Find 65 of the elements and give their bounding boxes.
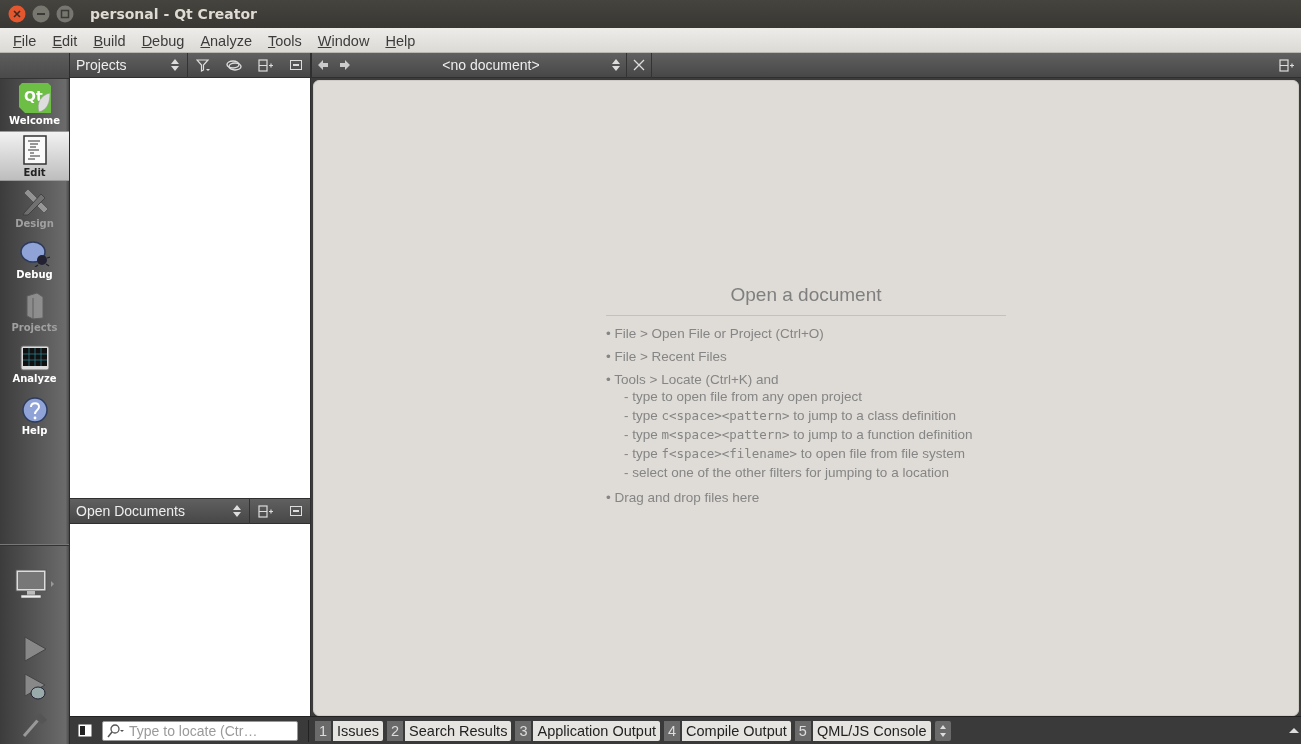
hint-subitem: - type c<space><pattern> to jump to a class definition: [624, 407, 958, 425]
link-icon[interactable]: [226, 59, 242, 71]
mode-label: Design: [15, 217, 54, 229]
sort-arrows-icon[interactable]: [612, 59, 620, 71]
mode-label: Debug: [16, 268, 53, 280]
mode-label: Help: [21, 424, 48, 436]
mode-label: Analyze: [12, 372, 57, 384]
document-selector[interactable]: <no document>: [376, 57, 606, 73]
more-panes-icon[interactable]: [934, 720, 951, 741]
mode-button[interactable]: Qt Welcome: [0, 79, 69, 129]
pane-title[interactable]: Projects: [70, 57, 163, 73]
menu-item[interactable]: Edit: [44, 30, 86, 50]
close-pane-icon[interactable]: [290, 60, 302, 70]
qt-logo-icon: Qt: [18, 82, 51, 113]
sidebar-toggle-icon[interactable]: [78, 724, 92, 737]
menu-item[interactable]: Window: [309, 30, 378, 50]
run-icon[interactable]: [22, 636, 47, 662]
hint-subitem: - type f<space><filename> to open file from file system: [624, 445, 967, 463]
debug-run-icon[interactable]: [22, 673, 47, 701]
mode-label: Projects: [11, 321, 58, 333]
pane-title[interactable]: Open Documents: [70, 503, 225, 519]
close-window-button[interactable]: [8, 5, 26, 23]
split-icon[interactable]: [1279, 58, 1295, 72]
menu-item[interactable]: Help: [377, 30, 424, 50]
split-icon[interactable]: [258, 58, 274, 72]
hint-subitem: - type to open file from any open project: [624, 388, 863, 406]
hint-item: • Tools > Locate (Ctrl+K) and: [606, 372, 780, 387]
help-icon: [21, 396, 48, 423]
maximize-window-button[interactable]: [56, 5, 74, 23]
filter-icon[interactable]: [196, 58, 210, 72]
close-pane-icon[interactable]: [290, 506, 302, 516]
menu-item[interactable]: Analyze: [192, 30, 260, 50]
hint-item: • File > Open File or Project (Ctrl+O): [606, 326, 825, 341]
mode-button[interactable]: Debug: [0, 235, 69, 285]
forward-arrow-icon[interactable]: [340, 60, 350, 70]
locator-field[interactable]: Type to locate (Ctr…: [102, 720, 298, 741]
hint-subitem: - type m<space><pattern> to jump to a function definition: [624, 426, 974, 444]
mode-button[interactable]: Help: [0, 391, 69, 441]
menu-item[interactable]: Tools: [259, 30, 310, 50]
mode-button[interactable]: Analyze: [0, 339, 69, 389]
menu-item[interactable]: Build: [85, 30, 134, 50]
monitor-icon[interactable]: [14, 569, 55, 599]
mode-label: Welcome: [9, 114, 60, 126]
maximize-panel-icon[interactable]: [1287, 726, 1301, 735]
mode-button[interactable]: Edit: [0, 131, 69, 181]
hint-subitem: - select one of the other filters for jumping to a location: [624, 464, 950, 482]
menu-item[interactable]: Debug: [133, 30, 193, 50]
window-title: personal - Qt Creator: [90, 6, 257, 22]
heading: Open a document: [606, 284, 1006, 316]
document-icon: [22, 134, 47, 165]
mode-label: Edit: [23, 166, 46, 178]
menu-item[interactable]: File: [5, 30, 45, 50]
bug-icon: [19, 240, 50, 267]
minimize-window-button[interactable]: [32, 5, 50, 23]
oscilloscope-icon: [19, 344, 50, 371]
sort-arrows-icon[interactable]: [233, 505, 241, 517]
close-document-icon[interactable]: [633, 59, 645, 71]
back-arrow-icon[interactable]: [318, 60, 328, 70]
folder-icon: [24, 291, 45, 320]
hint-item: • Drag and drop files here: [606, 490, 761, 505]
split-icon[interactable]: [258, 504, 274, 518]
hint-item: • File > Recent Files: [606, 349, 728, 364]
search-icon: [107, 723, 125, 738]
pencil-ruler-icon: [20, 187, 49, 216]
sort-arrows-icon[interactable]: [171, 59, 179, 71]
